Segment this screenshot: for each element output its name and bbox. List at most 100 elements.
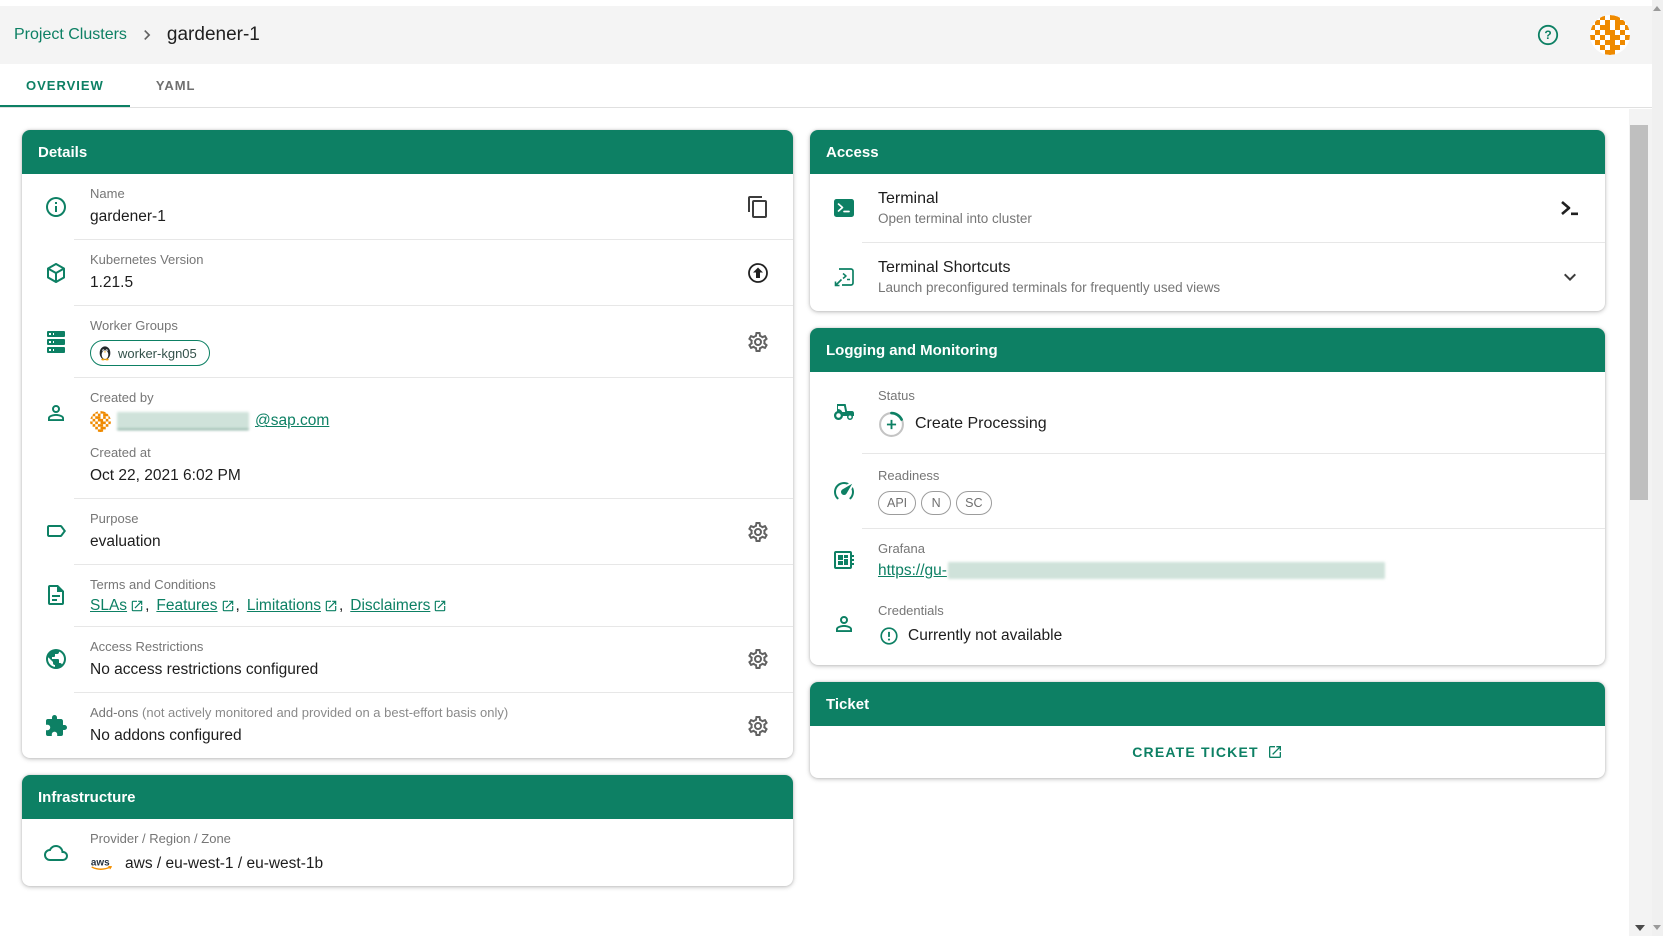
gear-icon bbox=[746, 520, 770, 544]
purpose-value: evaluation bbox=[90, 530, 733, 553]
terminal-title: Terminal bbox=[878, 190, 1545, 208]
features-link[interactable]: Features bbox=[156, 597, 234, 615]
access-card: Access Terminal Open terminal into clust… bbox=[810, 130, 1605, 311]
details-row-purpose: Purpose evaluation bbox=[22, 499, 793, 564]
readiness-chip-n[interactable]: N bbox=[921, 491, 951, 515]
credentials-value: Currently not available bbox=[908, 627, 1062, 645]
grafana-label: Grafana bbox=[878, 540, 1545, 559]
created-at-label: Created at bbox=[90, 444, 733, 463]
access-card-title: Access bbox=[810, 130, 1605, 174]
arrow-up-circle-icon bbox=[746, 261, 770, 285]
logging-row-status: Status Create Processing bbox=[810, 372, 1605, 453]
tractor-status-icon bbox=[832, 400, 856, 424]
addons-label: Add-ons bbox=[90, 705, 138, 720]
created-by-email-link[interactable]: @sap.com bbox=[255, 412, 329, 430]
gear-icon bbox=[746, 647, 770, 671]
logging-row-credentials: Credentials Currently not available bbox=[810, 591, 1605, 666]
breadcrumb-project-link[interactable]: Project Clusters bbox=[14, 26, 127, 44]
access-row-terminal: Terminal Open terminal into cluster bbox=[810, 174, 1605, 242]
details-row-worker-groups: Worker Groups worker-kgn05 bbox=[22, 306, 793, 377]
open-terminal-button[interactable] bbox=[1545, 196, 1595, 220]
limitations-link[interactable]: Limitations bbox=[247, 597, 338, 615]
breadcrumb: Project Clusters gardener-1 bbox=[0, 24, 260, 46]
disclaimers-link[interactable]: Disclaimers bbox=[350, 597, 447, 615]
slas-link[interactable]: SLAs bbox=[90, 597, 144, 615]
redacted-username bbox=[117, 412, 249, 430]
page-scroll-down-arrow[interactable] bbox=[1653, 925, 1661, 930]
kubernetes-version-value: 1.21.5 bbox=[90, 271, 733, 294]
alert-circle-icon bbox=[878, 625, 900, 647]
tab-overview[interactable]: OVERVIEW bbox=[0, 64, 130, 107]
logging-row-readiness: Readiness API N SC bbox=[810, 454, 1605, 528]
readiness-chip-api[interactable]: API bbox=[878, 491, 916, 515]
redacted-grafana-url bbox=[948, 562, 1385, 579]
content-scrollbar[interactable] bbox=[1629, 109, 1652, 936]
open-in-new-icon bbox=[433, 599, 447, 613]
main-content: Details Name gardener-1 Kubernetes Versi… bbox=[0, 109, 1629, 936]
globe-icon bbox=[44, 647, 68, 671]
edit-addons-button[interactable] bbox=[733, 714, 783, 738]
tab-bar: OVERVIEW YAML bbox=[0, 64, 1652, 108]
grafana-link[interactable]: https://gu- bbox=[878, 562, 947, 580]
progress-spinner-icon[interactable] bbox=[878, 411, 905, 438]
details-row-kubernetes-version: Kubernetes Version 1.21.5 bbox=[22, 240, 793, 305]
worker-groups-label: Worker Groups bbox=[90, 317, 733, 336]
page-scroll-up-arrow[interactable] bbox=[1653, 6, 1661, 11]
separator: , bbox=[339, 597, 343, 615]
account-icon bbox=[44, 401, 68, 425]
copy-name-button[interactable] bbox=[733, 195, 783, 219]
expand-shortcuts-button[interactable] bbox=[1545, 265, 1595, 289]
details-row-access-restrictions: Access Restrictions No access restrictio… bbox=[22, 627, 793, 692]
open-in-new-icon bbox=[221, 599, 235, 613]
created-by-avatar bbox=[90, 411, 111, 432]
purpose-tag-icon bbox=[44, 520, 68, 544]
worker-group-chip-label: worker-kgn05 bbox=[118, 346, 197, 361]
created-at-value: Oct 22, 2021 6:02 PM bbox=[90, 464, 733, 487]
open-in-new-icon bbox=[1267, 744, 1283, 760]
terminal-shortcuts-title: Terminal Shortcuts bbox=[878, 259, 1545, 277]
credentials-label: Credentials bbox=[878, 602, 1545, 621]
worker-group-chip[interactable]: worker-kgn05 bbox=[90, 340, 210, 366]
upgrade-version-button[interactable] bbox=[733, 261, 783, 285]
infrastructure-card: Infrastructure Provider / Region / Zone … bbox=[22, 775, 793, 886]
infrastructure-row-provider: Provider / Region / Zone aws / eu-west-1… bbox=[22, 819, 793, 886]
worker-groups-icon bbox=[44, 330, 68, 354]
page-scrollbar[interactable] bbox=[1652, 0, 1663, 936]
document-icon bbox=[44, 583, 68, 607]
breadcrumb-chevron-icon bbox=[137, 25, 157, 45]
name-label: Name bbox=[90, 185, 733, 204]
readiness-chip-sc[interactable]: SC bbox=[956, 491, 991, 515]
speedometer-icon bbox=[832, 479, 856, 503]
tab-yaml[interactable]: YAML bbox=[130, 64, 222, 107]
console-prompt-icon bbox=[1558, 196, 1582, 220]
create-ticket-button[interactable]: CREATE TICKET bbox=[1126, 743, 1289, 761]
terms-label: Terms and Conditions bbox=[90, 576, 733, 595]
user-avatar[interactable] bbox=[1590, 15, 1630, 55]
edit-worker-groups-button[interactable] bbox=[733, 330, 783, 354]
kubernetes-version-label: Kubernetes Version bbox=[90, 251, 733, 270]
logging-card-title: Logging and Monitoring bbox=[810, 328, 1605, 372]
provider-value: aws / eu-west-1 / eu-west-1b bbox=[125, 852, 323, 875]
page-title: gardener-1 bbox=[167, 24, 260, 46]
content-scrollbar-thumb[interactable] bbox=[1630, 125, 1648, 500]
ticket-card: Ticket CREATE TICKET bbox=[810, 682, 1605, 778]
created-by-label: Created by bbox=[90, 389, 733, 408]
terminal-shortcuts-subtitle: Launch preconfigured terminals for frequ… bbox=[878, 280, 1545, 295]
terminal-shortcuts-icon bbox=[832, 265, 856, 289]
cloud-icon bbox=[44, 841, 68, 865]
ticket-card-title: Ticket bbox=[810, 682, 1605, 726]
edit-access-restrictions-button[interactable] bbox=[733, 647, 783, 671]
details-card-title: Details bbox=[22, 130, 793, 174]
credentials-account-icon bbox=[832, 612, 856, 636]
terminal-subtitle: Open terminal into cluster bbox=[878, 211, 1545, 226]
edit-purpose-button[interactable] bbox=[733, 520, 783, 544]
access-row-terminal-shortcuts: Terminal Shortcuts Launch preconfigured … bbox=[810, 243, 1605, 311]
content-scroll-down-arrow[interactable] bbox=[1635, 925, 1645, 931]
status-label: Status bbox=[878, 387, 1545, 406]
details-row-name: Name gardener-1 bbox=[22, 174, 793, 239]
purpose-label: Purpose bbox=[90, 510, 733, 529]
help-icon[interactable] bbox=[1536, 23, 1560, 47]
name-value: gardener-1 bbox=[90, 205, 733, 228]
grafana-dashboard-icon bbox=[832, 548, 856, 572]
details-card: Details Name gardener-1 Kubernetes Versi… bbox=[22, 130, 793, 758]
